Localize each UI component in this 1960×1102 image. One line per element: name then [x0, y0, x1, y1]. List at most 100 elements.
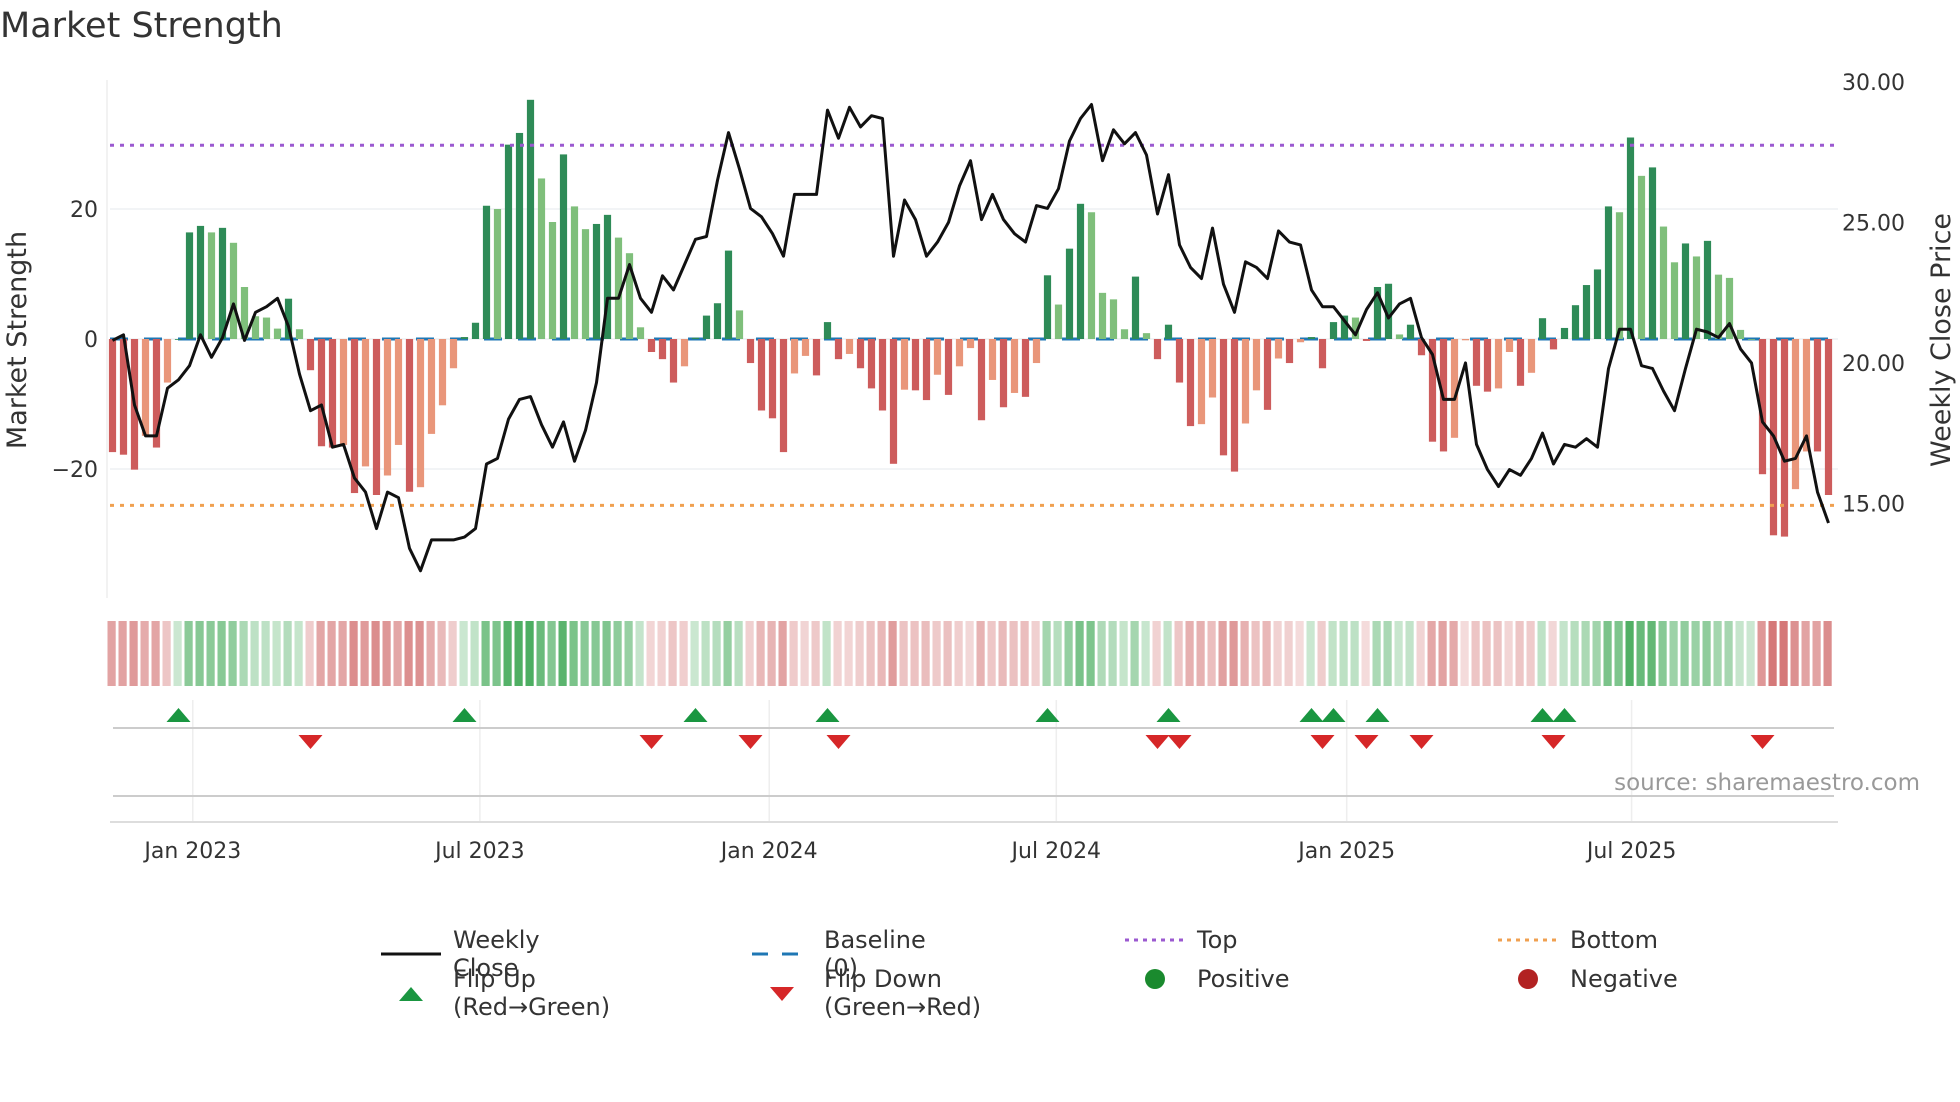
- flip-up-marker: [166, 708, 191, 722]
- strength-bar: [724, 250, 733, 339]
- strength-strip-cell: [437, 621, 446, 686]
- strength-strip-cell: [1273, 621, 1282, 686]
- strength-strip-cell: [393, 621, 402, 686]
- strength-strip-cell: [338, 621, 347, 686]
- strength-bar: [306, 339, 315, 371]
- strength-bar: [504, 144, 513, 339]
- strength-bar: [1131, 276, 1140, 339]
- dot-legend-icon: [1125, 928, 1185, 952]
- strength-strip-cell: [910, 621, 919, 686]
- flip-down-marker: [826, 735, 851, 749]
- strength-bar: [1505, 339, 1514, 352]
- flip-down-marker: [738, 735, 763, 749]
- strength-strip-cell: [1438, 621, 1447, 686]
- strength-strip-cell: [723, 621, 732, 686]
- strength-bar: [438, 339, 447, 406]
- strength-bar: [966, 339, 975, 349]
- strength-strip-cell: [1625, 621, 1634, 686]
- strength-bar: [1197, 339, 1206, 425]
- strength-bar: [1593, 269, 1602, 339]
- strength-strip-cell: [1108, 621, 1117, 686]
- strength-bar: [1065, 248, 1074, 339]
- strength-bar: [339, 339, 348, 445]
- strength-strip-cell: [965, 621, 974, 686]
- strength-strip-cell: [998, 621, 1007, 686]
- strength-bar: [1208, 339, 1217, 398]
- strength-strip-cell: [1020, 621, 1029, 686]
- flip-up-marker: [452, 708, 477, 722]
- strength-bar: [108, 339, 117, 453]
- strength-bar: [1230, 339, 1239, 472]
- strength-strip-cell: [1042, 621, 1051, 686]
- flip-up-marker: [1156, 708, 1181, 722]
- strength-strip-cell: [800, 621, 809, 686]
- strength-bar: [1307, 337, 1316, 339]
- strength-bar: [416, 339, 425, 488]
- strength-strip-cell: [844, 621, 853, 686]
- strength-bar: [1252, 339, 1261, 391]
- strength-strip-cell: [668, 621, 677, 686]
- source-label: source: sharemaestro.com: [1614, 770, 1920, 796]
- strength-strip-cell: [1240, 621, 1249, 686]
- strength-strip-cell: [1812, 621, 1821, 686]
- strength-bar: [944, 339, 953, 395]
- x-tick-label: Jan 2025: [1296, 839, 1395, 864]
- flip-down-marker: [1145, 735, 1170, 749]
- strength-bar: [856, 339, 865, 369]
- legend-item: Flip Down (Green→Red): [752, 965, 981, 1021]
- strength-bar: [1714, 274, 1723, 339]
- strength-bar: [1296, 339, 1305, 343]
- legend-label: Negative: [1570, 965, 1678, 993]
- strength-strip-cell: [1339, 621, 1348, 686]
- strength-strip-cell: [514, 621, 523, 686]
- strength-strip-cell: [1427, 621, 1436, 686]
- strength-bar: [1142, 333, 1151, 339]
- legend-label: Bottom: [1570, 926, 1659, 954]
- strength-strip-cell: [382, 621, 391, 686]
- legend-item: Bottom: [1498, 926, 1658, 954]
- strength-strip-cell: [646, 621, 655, 686]
- y2-axis-label: Weekly Close Price: [1926, 213, 1957, 467]
- flip-down-marker: [1310, 735, 1335, 749]
- strength-bar: [394, 339, 403, 445]
- strength-bar: [1241, 339, 1250, 424]
- y2-tick-label: 15.00: [1842, 492, 1905, 517]
- strength-bar: [1043, 275, 1052, 339]
- strength-bar: [196, 225, 205, 339]
- strength-bar: [317, 339, 326, 447]
- strength-bar: [1736, 329, 1745, 339]
- strength-strip-cell: [1581, 621, 1590, 686]
- strength-strip-cell: [217, 621, 226, 686]
- strength-strip-cell: [1823, 621, 1832, 686]
- strength-bar: [1263, 339, 1272, 410]
- strength-strip-cell: [327, 621, 336, 686]
- strength-bar: [922, 339, 931, 401]
- strength-strip-cell: [756, 621, 765, 686]
- strength-strip-cell: [162, 621, 171, 686]
- strength-strip-cell: [767, 621, 776, 686]
- strength-bar: [878, 339, 887, 411]
- strength-strip-cell: [1504, 621, 1513, 686]
- strength-bar: [1780, 339, 1789, 537]
- tri-up-legend-icon: [381, 981, 441, 1005]
- strength-strip-cell: [1394, 621, 1403, 686]
- strength-strip-cell: [1680, 621, 1689, 686]
- dash-legend-icon: [752, 942, 812, 966]
- strength-bar: [834, 339, 843, 360]
- strength-bar: [185, 232, 194, 339]
- circle-legend-icon: [1125, 967, 1185, 991]
- strength-bar: [867, 339, 876, 389]
- y-tick-label: 20: [70, 198, 98, 223]
- strength-strip-cell: [745, 621, 754, 686]
- strength-bar: [1186, 339, 1195, 427]
- strength-strip-cell: [591, 621, 600, 686]
- strength-bar: [999, 339, 1008, 408]
- strength-strip-cell: [1207, 621, 1216, 686]
- strength-bar: [581, 229, 590, 339]
- flip-down-marker: [1750, 735, 1775, 749]
- strength-strip-cell: [1141, 621, 1150, 686]
- strength-bar: [636, 327, 645, 339]
- strength-strip-cell: [1416, 621, 1425, 686]
- strength-strip-cell: [943, 621, 952, 686]
- strength-strip-cell: [866, 621, 875, 686]
